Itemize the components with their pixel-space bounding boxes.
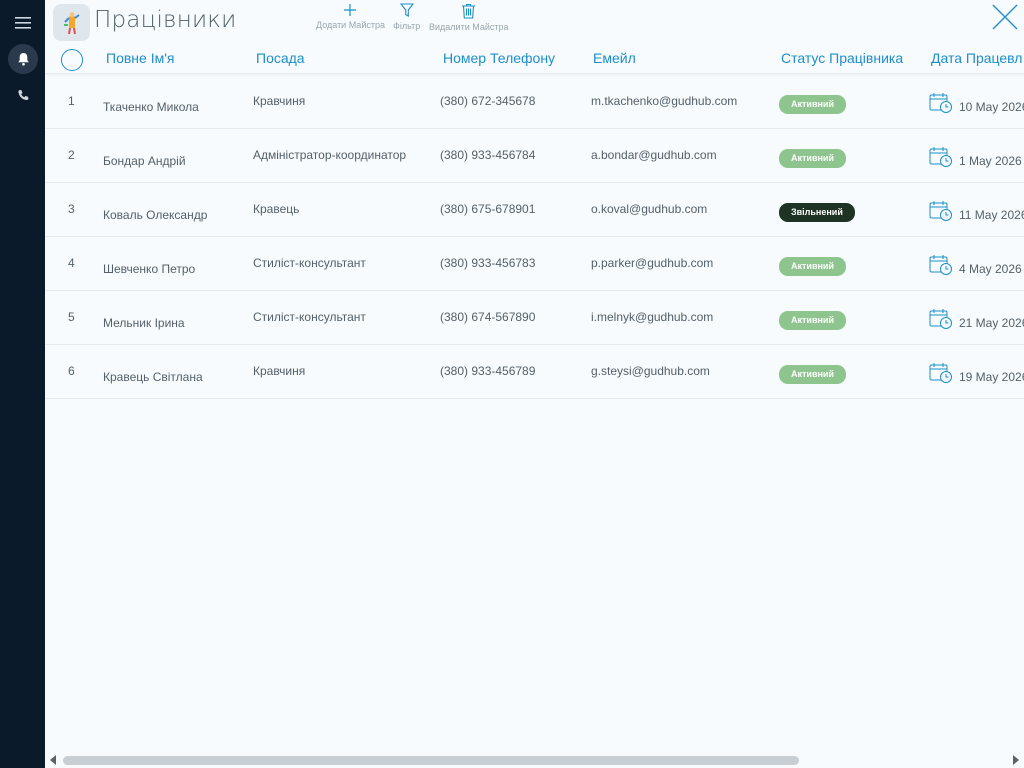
plus-icon (344, 4, 357, 16)
employee-phone: (380) 674-567890 (440, 310, 536, 324)
row-number: 6 (68, 364, 75, 378)
table-row[interactable]: 3 Коваль Олександр Кравець (380) 675-678901… (45, 183, 1024, 237)
employee-phone: (380) 933-456784 (440, 148, 536, 162)
employee-email: i.melnyk@gudhub.com (591, 310, 714, 324)
status-badge: Звільнений (779, 203, 855, 222)
employee-email: a.bondar@gudhub.com (591, 148, 717, 162)
calendar-icon (929, 362, 953, 389)
filter-label: Фільтр (393, 21, 421, 31)
row-number: 1 (68, 94, 75, 108)
status-badge: Активний (779, 311, 846, 330)
horizontal-scrollbar[interactable] (45, 752, 1024, 768)
column-header-status[interactable]: Статус Працівника (781, 50, 903, 66)
hire-date: 10 May 2026 (959, 100, 1024, 114)
employee-name: Ткаченко Микола (103, 100, 199, 114)
employee-phone: (380) 675-678901 (440, 202, 536, 216)
employee-position: Стиліст-консультант (253, 310, 366, 324)
hire-date-cell: 11 May 2026 (929, 200, 1024, 227)
row-number: 2 (68, 148, 75, 162)
status-badge: Активний (779, 365, 846, 384)
employee-name: Мельник Ірина (103, 316, 185, 330)
column-header-position[interactable]: Посада (256, 50, 305, 66)
employee-position: Кравчиня (253, 94, 306, 108)
add-master-button[interactable]: Додати Майстра (316, 3, 385, 30)
phone-icon[interactable] (8, 80, 38, 110)
employee-phone: (380) 933-456783 (440, 256, 536, 270)
page-title: Працівники (94, 7, 237, 33)
table-row[interactable]: 6 Кравець Світлана Кравчиня (380) 933-45678… (45, 345, 1024, 399)
hire-date-cell: 10 May 2026 (929, 92, 1024, 119)
table-row[interactable]: 4 Шевченко Петро Стиліст-консультант (380) … (45, 237, 1024, 291)
main-panel: Працівники Додати Майстра Фільтр Видалит… (45, 0, 1024, 768)
employee-position: Стиліст-консультант (253, 256, 366, 270)
filter-icon (399, 3, 414, 17)
table-header: Повне Ім'я Посада Номер Телефону Емейл С… (45, 44, 1024, 74)
scroll-right-arrow-icon[interactable] (1012, 755, 1020, 765)
employee-email: g.steysi@gudhub.com (591, 364, 710, 378)
employee-name: Шевченко Петро (103, 262, 196, 276)
employee-email: p.parker@gudhub.com (591, 256, 714, 270)
trash-icon (462, 3, 476, 19)
employee-email: o.koval@gudhub.com (591, 202, 708, 216)
employee-name: Бондар Андрій (103, 154, 186, 168)
hire-date: 1 May 2026 (959, 154, 1022, 168)
scrollbar-thumb[interactable] (63, 756, 799, 765)
employee-position: Кравець (253, 202, 300, 216)
column-header-phone[interactable]: Номер Телефону (443, 50, 555, 66)
employee-position: Кравчиня (253, 364, 306, 378)
delete-master-label: Видалити Майстра (429, 22, 509, 32)
hire-date: 11 May 2026 (959, 208, 1024, 222)
calendar-icon (929, 308, 953, 335)
delete-master-button[interactable]: Видалити Майстра (429, 3, 508, 32)
hire-date: 4 May 2026 (959, 262, 1022, 276)
employee-name: Коваль Олександр (103, 208, 208, 222)
status-badge: Активний (779, 257, 846, 276)
table-row[interactable]: 2 Бондар Андрій Адміністратор-координатор (… (45, 129, 1024, 183)
menu-icon[interactable] (8, 8, 38, 38)
select-all-checkbox[interactable] (61, 49, 83, 71)
scroll-left-arrow-icon[interactable] (49, 755, 57, 765)
calendar-icon (929, 92, 953, 119)
row-number: 3 (68, 202, 75, 216)
employee-name: Кравець Світлана (103, 370, 203, 384)
row-number: 4 (68, 256, 75, 270)
filter-button[interactable]: Фільтр (393, 3, 420, 31)
employee-position: Адміністратор-координатор (253, 148, 407, 162)
row-number: 5 (68, 310, 75, 324)
hire-date-cell: 1 May 2026 (929, 146, 1022, 173)
column-header-email[interactable]: Емейл (593, 50, 636, 66)
employee-phone: (380) 672-345678 (440, 94, 536, 108)
column-header-hire-date[interactable]: Дата Працевл (931, 50, 1022, 66)
app-logo-icon (53, 4, 90, 41)
calendar-icon (929, 146, 953, 173)
employee-phone: (380) 933-456789 (440, 364, 536, 378)
close-icon[interactable] (990, 2, 1022, 34)
calendar-icon (929, 254, 953, 281)
add-master-label: Додати Майстра (316, 20, 385, 30)
calendar-icon (929, 200, 953, 227)
hire-date-cell: 19 May 2026 (929, 362, 1024, 389)
hire-date: 19 May 2026 (959, 370, 1024, 384)
table-row[interactable]: 1 Ткаченко Микола Кравчиня (380) 672-345678… (45, 75, 1024, 129)
status-badge: Активний (779, 149, 846, 168)
hire-date: 21 May 2026 (959, 316, 1024, 330)
bell-icon[interactable] (8, 44, 38, 74)
employee-email: m.tkachenko@gudhub.com (591, 94, 738, 108)
sidebar (0, 0, 45, 768)
hire-date-cell: 4 May 2026 (929, 254, 1022, 281)
status-badge: Активний (779, 95, 846, 114)
hire-date-cell: 21 May 2026 (929, 308, 1024, 335)
table-row[interactable]: 5 Мельник Ірина Стиліст-консультант (380) 6… (45, 291, 1024, 345)
column-header-full-name[interactable]: Повне Ім'я (106, 50, 174, 66)
